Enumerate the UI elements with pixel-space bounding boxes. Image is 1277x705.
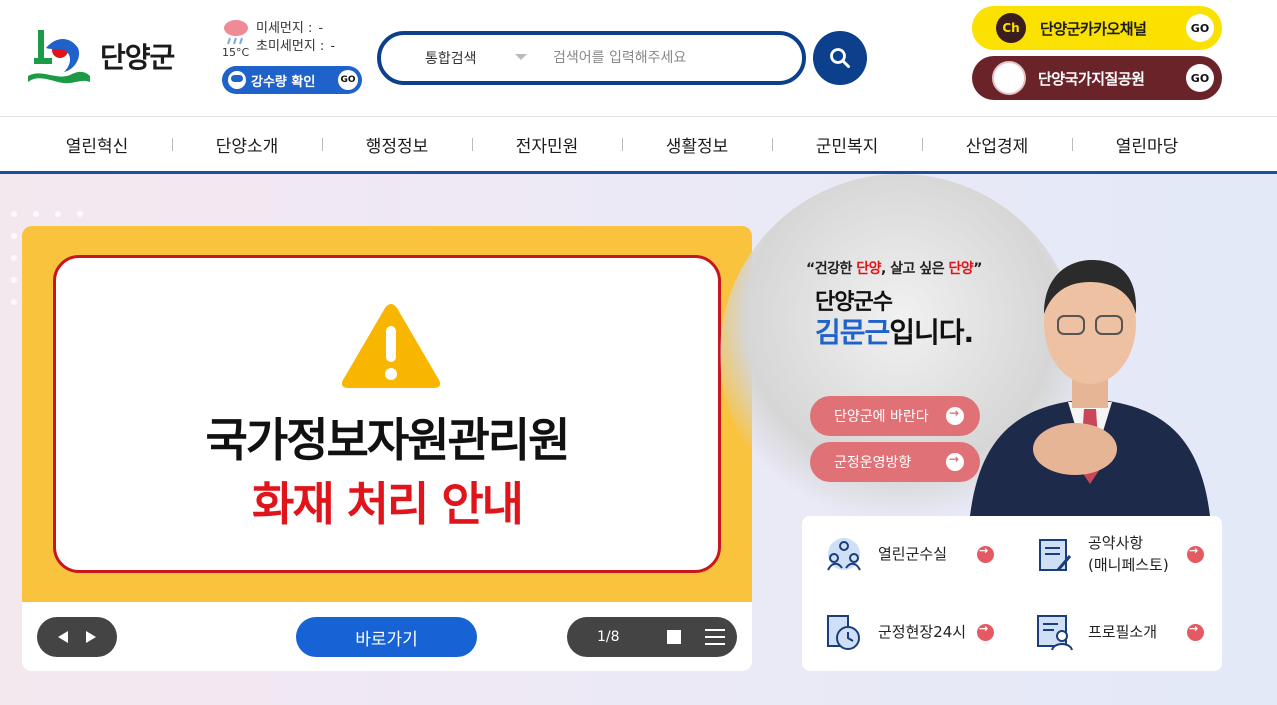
mayor-slogan: “건강한 단양, 살고 싶은 단양” bbox=[806, 258, 982, 278]
fine-dust-value: - bbox=[318, 21, 324, 36]
kakao-channel-label: 단양군카카오채널 bbox=[1040, 19, 1147, 38]
main-nav: 열린혁신 단양소개 행정정보 전자민원 생활정보 군민복지 산업경제 열린마당 bbox=[0, 116, 1277, 174]
profile-card-icon bbox=[1037, 615, 1073, 651]
rain-cloud-icon bbox=[224, 20, 248, 45]
arrow-right-icon bbox=[1187, 544, 1204, 563]
document-pen-icon bbox=[1039, 539, 1072, 571]
quick-link-label: 공약사항 (매니페스토) bbox=[1088, 532, 1169, 576]
search-type-select[interactable]: 통합검색 bbox=[381, 48, 531, 68]
weather-widget: 15°C 미세먼지 : - 초미세먼지 : - 강수량 확인 GO bbox=[220, 16, 370, 96]
go-badge: GO bbox=[338, 70, 358, 90]
prev-arrow-icon[interactable] bbox=[58, 631, 68, 643]
search-icon bbox=[830, 48, 850, 68]
site-header: 단양군 15°C 미세먼지 : - 초미세먼지 : - 강수량 확인 GO 통합… bbox=[0, 0, 1277, 116]
temperature: 15°C bbox=[222, 46, 250, 59]
quick-link-label: 열린군수실 bbox=[878, 545, 948, 563]
slogan-highlight: 단양 bbox=[856, 261, 881, 277]
nav-item-open-innovation[interactable]: 열린혁신 bbox=[22, 117, 172, 172]
people-icon bbox=[827, 538, 861, 571]
danyang-logo-icon bbox=[28, 30, 90, 84]
kakao-channel-button[interactable]: Ch 단양군카카오채널 GO bbox=[972, 6, 1222, 50]
mayor-name: 김문근입니다. bbox=[815, 311, 974, 351]
slide-controls: 바로가기 1/8 bbox=[22, 602, 752, 671]
goto-button[interactable]: 바로가기 bbox=[296, 617, 477, 657]
slide-background[interactable]: 국가정보자원관리원 화재 처리 안내 bbox=[22, 226, 752, 602]
stop-icon[interactable] bbox=[667, 630, 681, 644]
slogan-part: “건강한 bbox=[806, 261, 857, 277]
policy-direction-label: 군정운영방향 bbox=[834, 455, 912, 471]
search-input[interactable] bbox=[553, 50, 783, 66]
quick-link-label-line1: 공약사항 bbox=[1088, 534, 1144, 552]
nav-item-e-civil[interactable]: 전자민원 bbox=[472, 117, 622, 172]
slide-pager: 1/8 bbox=[567, 617, 737, 657]
site-logo[interactable]: 단양군 bbox=[22, 24, 175, 88]
nav-item-industry[interactable]: 산업경제 bbox=[922, 117, 1072, 172]
geopark-label: 단양국가지질공원 bbox=[1038, 69, 1145, 88]
mayor-portrait bbox=[970, 260, 1210, 516]
nav-item-open-forum[interactable]: 열린마당 bbox=[1072, 117, 1222, 172]
logo-text: 단양군 bbox=[100, 41, 175, 74]
ultrafine-dust-value: - bbox=[330, 39, 336, 54]
fine-dust-label: 미세먼지 : bbox=[256, 21, 313, 36]
quick-link-label: 프로필소개 bbox=[1088, 623, 1158, 641]
next-arrow-icon[interactable] bbox=[86, 631, 96, 643]
menu-icon[interactable] bbox=[705, 629, 725, 645]
notice-subtitle: 화재 처리 안내 bbox=[252, 477, 524, 531]
nav-item-welfare[interactable]: 군민복지 bbox=[772, 117, 922, 172]
warning-icon bbox=[341, 304, 441, 388]
nav-item-admin-info[interactable]: 행정정보 bbox=[322, 117, 472, 172]
clock-icon bbox=[827, 615, 860, 650]
kakao-channel-icon: Ch bbox=[996, 13, 1026, 43]
notice-slider: 국가정보자원관리원 화재 처리 안내 바로가기 1/8 bbox=[22, 226, 752, 671]
notice-title: 국가정보자원관리원 bbox=[205, 413, 571, 467]
go-badge: GO bbox=[1186, 14, 1214, 42]
nav-item-living-info[interactable]: 생활정보 bbox=[622, 117, 772, 172]
policy-direction-button[interactable]: 군정운영방향 bbox=[810, 442, 980, 482]
quick-links-panel: 열린군수실 공약사항 (매니페스토) 군정현장24시 bbox=[802, 516, 1222, 671]
quick-link-label-line2: (매니페스토) bbox=[1088, 556, 1169, 574]
search-type-value: 통합검색 bbox=[425, 51, 477, 67]
search-bar: 통합검색 bbox=[377, 31, 806, 85]
arrow-right-icon bbox=[1187, 622, 1204, 641]
rainfall-check-label: 강수량 확인 bbox=[251, 74, 316, 90]
quick-link-manifesto[interactable]: 공약사항 (매니페스토) bbox=[1012, 524, 1212, 584]
cloud-icon bbox=[228, 71, 246, 89]
quick-link-label: 군정현장24시 bbox=[878, 623, 967, 641]
go-badge: GO bbox=[1186, 64, 1214, 92]
main-visual: 국가정보자원관리원 화재 처리 안내 바로가기 1/8 “건강한 단양, 살고 … bbox=[0, 174, 1277, 705]
geopark-logo-icon bbox=[992, 61, 1026, 95]
arrow-right-icon bbox=[977, 622, 994, 641]
slogan-part: , 살고 싶은 bbox=[880, 261, 949, 277]
geopark-button[interactable]: 단양국가지질공원 GO bbox=[972, 56, 1222, 100]
mayor-name-highlight: 김문근 bbox=[815, 316, 890, 349]
quick-link-field-24h[interactable]: 군정현장24시 bbox=[802, 602, 1002, 662]
quick-link-mayor-office[interactable]: 열린군수실 bbox=[802, 524, 1002, 584]
notice-card: 국가정보자원관리원 화재 처리 안내 bbox=[53, 255, 721, 573]
search-button[interactable] bbox=[813, 31, 867, 85]
slide-counter: 1/8 bbox=[597, 629, 620, 645]
rainfall-check-button[interactable]: 강수량 확인 GO bbox=[222, 66, 362, 94]
dust-info: 미세먼지 : - 초미세먼지 : - bbox=[256, 20, 335, 56]
nav-item-about[interactable]: 단양소개 bbox=[172, 117, 322, 172]
chevron-down-icon bbox=[515, 54, 527, 60]
arrow-right-icon bbox=[977, 544, 994, 563]
petition-label: 단양군에 바란다 bbox=[834, 409, 929, 425]
ultrafine-dust-label: 초미세먼지 : bbox=[256, 39, 325, 54]
quick-link-profile[interactable]: 프로필소개 bbox=[1012, 602, 1212, 662]
petition-button[interactable]: 단양군에 바란다 bbox=[810, 396, 980, 436]
prev-next-controls bbox=[37, 617, 117, 657]
